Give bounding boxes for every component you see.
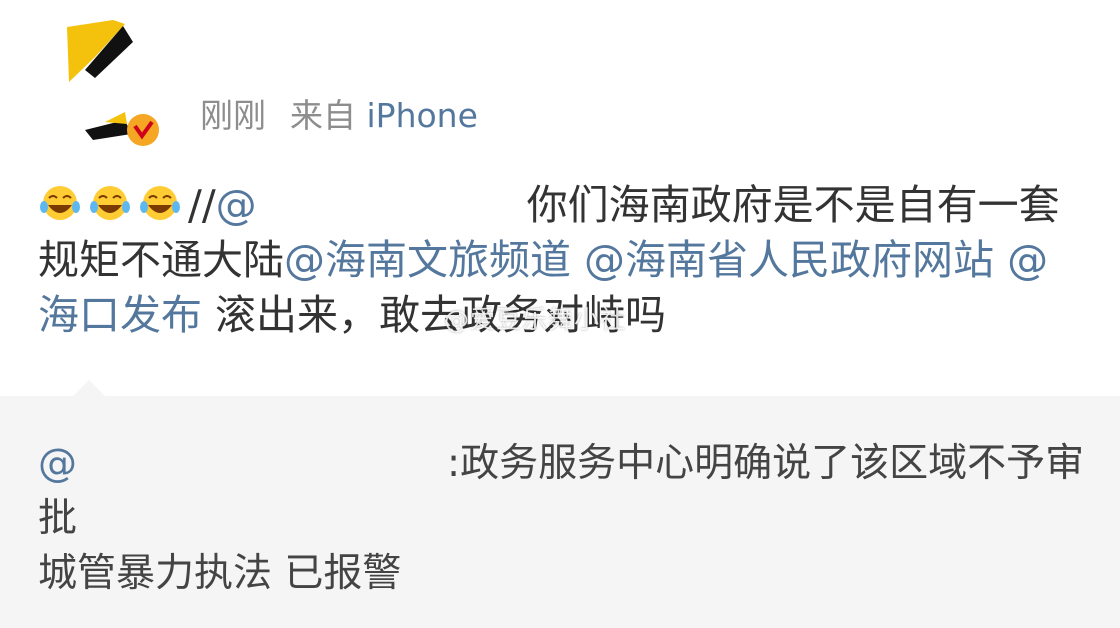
redacted-username xyxy=(77,440,447,480)
weibo-post: 刚刚 来自 iPhone //@ 你们海南政府是不是自有一套规矩不通大陆@海南文旅频… xyxy=(0,0,1120,396)
post-meta: 刚刚 来自 iPhone xyxy=(200,94,478,138)
user-avatar[interactable] xyxy=(55,12,180,147)
repost-separator: // xyxy=(188,181,216,229)
mention-link-2[interactable]: @海南省人民政府网站 xyxy=(584,236,994,284)
watermark: @爱豆乐舞小社 xyxy=(444,305,627,334)
laughing-crying-emoji-icon xyxy=(40,186,80,220)
post-time: 刚刚 xyxy=(200,96,266,135)
repost-pointer xyxy=(72,380,106,397)
repost-line-1: @:政务服务中心明确说了该区域不予审批 xyxy=(38,436,1088,546)
repost-author-link[interactable]: @ xyxy=(38,441,77,486)
post-device-link[interactable]: iPhone xyxy=(367,96,478,135)
post-source-prefix: 来自 xyxy=(290,96,356,135)
repost-text: @:政务服务中心明确说了该区域不予审批 城管暴力执法 已报警 xyxy=(38,436,1088,601)
repost-line-2: 城管暴力执法 已报警 xyxy=(38,551,402,596)
verified-badge-icon xyxy=(127,114,159,146)
laughing-crying-emoji-icon xyxy=(140,186,180,220)
mention-link-1[interactable]: @海南文旅频道 xyxy=(284,236,571,284)
redacted-mention-link[interactable]: @ xyxy=(216,181,257,229)
laughing-crying-emoji-icon xyxy=(90,186,130,220)
redacted-area xyxy=(257,183,527,223)
